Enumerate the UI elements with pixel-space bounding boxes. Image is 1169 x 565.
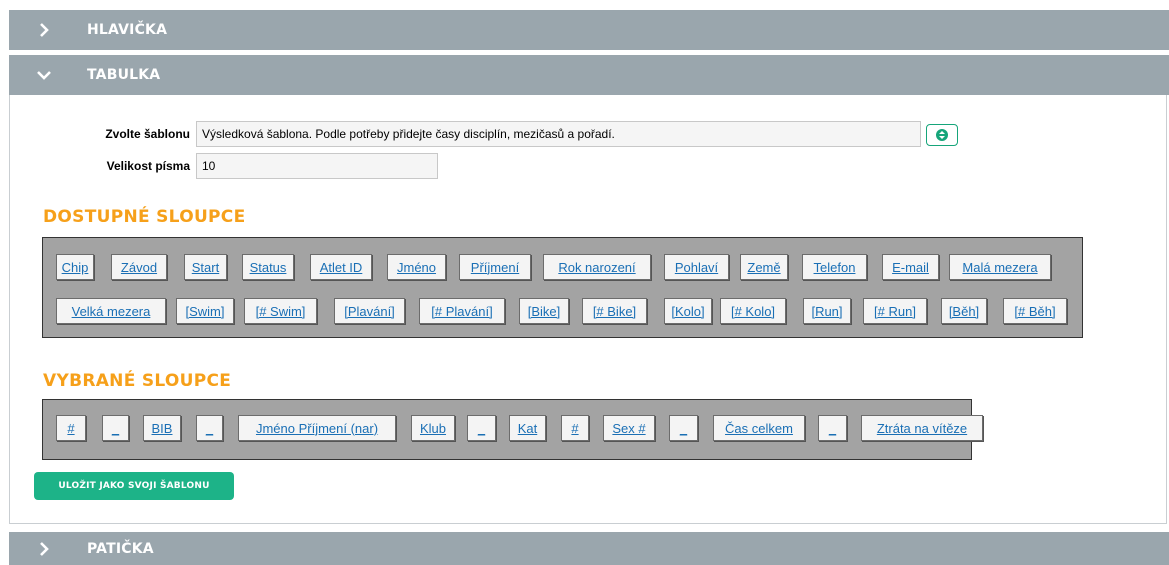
template-row: Zvolte šablonu Výsledková šablona. Podle… xyxy=(60,121,921,147)
chevron-down-icon xyxy=(33,70,55,80)
available-column-chip[interactable]: Závod xyxy=(111,254,167,280)
available-column-chip[interactable]: Telefon xyxy=(802,254,867,280)
selected-column-chip[interactable]: BIB xyxy=(143,415,181,441)
selected-column-chip[interactable]: _ xyxy=(196,415,223,441)
template-select[interactable]: Výsledková šablona. Podle potřeby přidej… xyxy=(196,121,921,147)
section-header-title: HLAVIČKA xyxy=(87,22,168,38)
available-column-chip[interactable]: [Bike] xyxy=(519,298,569,324)
available-column-chip[interactable]: [# Běh] xyxy=(1003,298,1067,324)
available-column-chip[interactable]: Malá mezera xyxy=(949,254,1051,280)
selected-column-chip[interactable]: Ztráta na vítěze xyxy=(861,415,983,441)
available-column-chip[interactable]: [Run] xyxy=(803,298,851,324)
sort-updown-icon xyxy=(936,128,948,142)
available-columns-heading: DOSTUPNÉ SLOUPCE xyxy=(43,207,246,227)
selected-column-chip[interactable]: _ xyxy=(102,415,129,441)
section-table-title: TABULKA xyxy=(87,67,161,83)
available-column-chip[interactable]: Velká mezera xyxy=(56,298,166,324)
selected-column-chip[interactable]: Kat xyxy=(509,415,546,441)
available-column-chip[interactable]: [# Kolo] xyxy=(720,298,786,324)
template-select-button[interactable] xyxy=(926,124,958,146)
available-column-chip[interactable]: [# Bike] xyxy=(582,298,647,324)
available-column-chip[interactable]: [Běh] xyxy=(941,298,987,324)
template-label: Zvolte šablonu xyxy=(105,127,190,141)
section-footer-toggle[interactable]: PATIČKA xyxy=(9,532,1169,565)
available-column-chip[interactable]: Start xyxy=(184,254,227,280)
save-as-template-button[interactable]: ULOŽIT JAKO SVOJI ŠABLONU xyxy=(34,472,234,500)
available-column-chip[interactable]: [Swim] xyxy=(176,298,234,324)
available-column-chip[interactable]: Příjmení xyxy=(459,254,531,280)
section-header-toggle[interactable]: HLAVIČKA xyxy=(9,10,1169,50)
selected-column-chip[interactable]: Čas celkem xyxy=(713,415,805,441)
selected-column-chip[interactable]: _ xyxy=(818,415,847,441)
available-column-chip[interactable]: Rok narození xyxy=(543,254,651,280)
available-column-chip[interactable]: Chip xyxy=(56,254,94,280)
font-size-label: Velikost písma xyxy=(106,159,190,173)
available-column-chip[interactable]: [# Swim] xyxy=(244,298,317,324)
selected-column-chip[interactable]: _ xyxy=(669,415,698,441)
available-column-chip[interactable]: [Kolo] xyxy=(664,298,712,324)
selected-column-chip[interactable]: Klub xyxy=(411,415,455,441)
section-footer-title: PATIČKA xyxy=(87,540,154,557)
section-table-toggle[interactable]: TABULKA xyxy=(9,55,1169,95)
available-column-chip[interactable]: [# Plavání] xyxy=(419,298,505,324)
available-column-chip[interactable]: [Plavání] xyxy=(334,298,405,324)
chevron-right-icon xyxy=(33,541,55,556)
selected-column-chip[interactable]: # xyxy=(56,415,86,441)
selected-column-chip[interactable]: _ xyxy=(467,415,496,441)
selected-column-chip[interactable]: Sex # xyxy=(603,415,655,441)
available-column-chip[interactable]: Jméno xyxy=(387,254,446,280)
chevron-right-icon xyxy=(33,23,55,37)
available-columns-box: Chip Závod Start Status Atlet ID Jméno P… xyxy=(42,237,1083,338)
selected-columns-box: # _ BIB _ Jméno Příjmení (nar) Klub _ Ka… xyxy=(42,399,983,460)
selected-column-chip[interactable]: Jméno Příjmení (nar) xyxy=(238,415,396,441)
available-column-chip[interactable]: Status xyxy=(242,254,294,280)
font-size-row: Velikost písma 10 xyxy=(60,153,438,179)
available-column-chip[interactable]: Atlet ID xyxy=(310,254,372,280)
available-column-chip[interactable]: E-mail xyxy=(882,254,939,280)
selected-columns-heading: VYBRANÉ SLOUPCE xyxy=(43,371,232,391)
available-column-chip[interactable]: [# Run] xyxy=(863,298,927,324)
font-size-input[interactable]: 10 xyxy=(196,153,438,179)
selected-column-chip[interactable]: # xyxy=(561,415,589,441)
available-column-chip[interactable]: Země xyxy=(740,254,788,280)
available-column-chip[interactable]: Pohlaví xyxy=(664,254,729,280)
